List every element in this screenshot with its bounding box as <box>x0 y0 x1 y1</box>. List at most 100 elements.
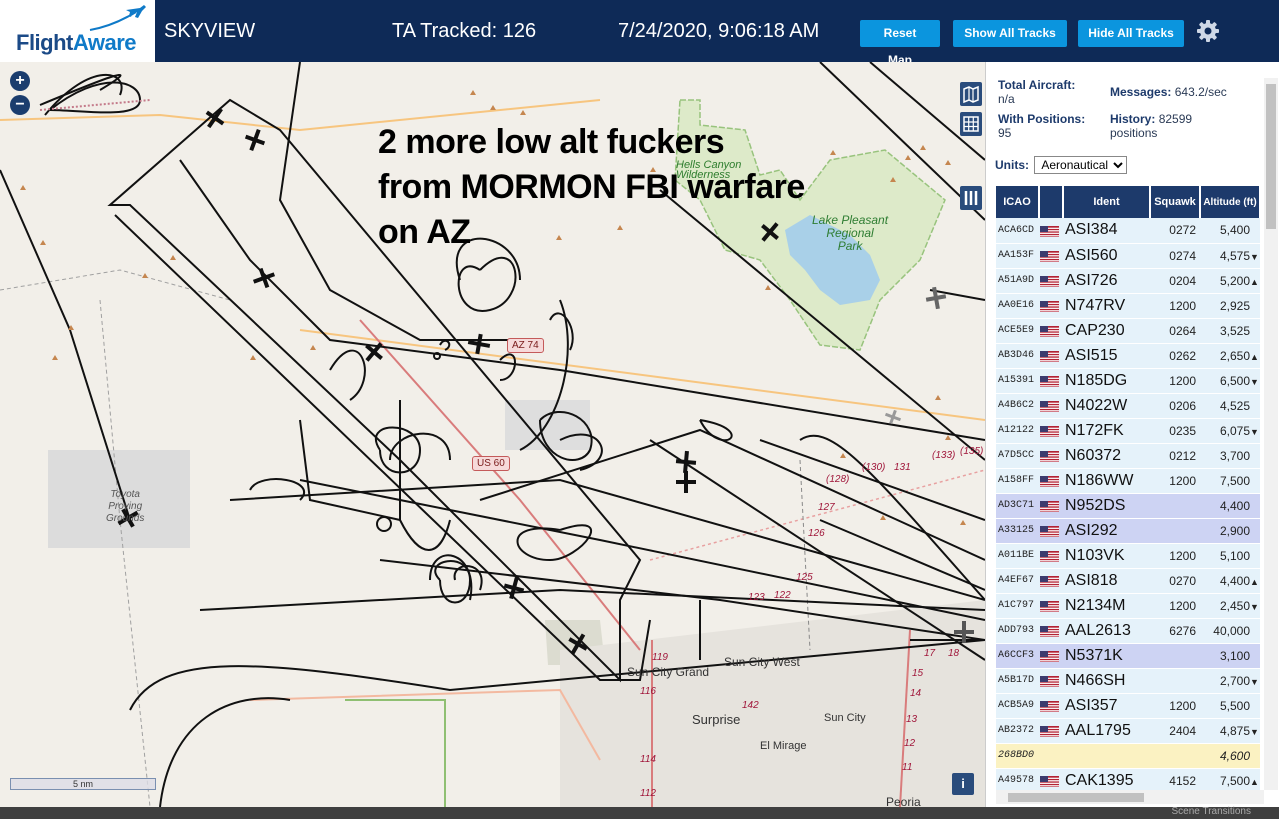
reset-map-button[interactable]: Reset Map <box>860 20 940 67</box>
altitude-value: 4,575 <box>1219 248 1250 263</box>
icao-cell: ACE5E9 <box>996 318 1039 344</box>
altitude-trend: ▲ <box>1250 276 1259 287</box>
table-row[interactable]: A7D5CC N60372 0212 3,700 <box>996 443 1260 469</box>
table-row[interactable]: A12122 N172FK 0235 6,075▼ <box>996 418 1260 444</box>
table-row[interactable]: A51A9D ASI726 0204 5,200▲ <box>996 268 1260 294</box>
table-row[interactable]: A33125 ASI292 2,900 <box>996 518 1260 544</box>
squawk-cell: 4152 <box>1150 768 1200 790</box>
us-flag-icon <box>1039 468 1063 494</box>
table-row[interactable]: A5B17D N466SH 2,700▼ <box>996 668 1260 694</box>
altitude-value: 2,650 <box>1219 348 1250 363</box>
table-row[interactable]: A15391 N185DG 1200 6,500▼ <box>996 368 1260 394</box>
altitude-cell: 5,200▲ <box>1200 268 1260 294</box>
with-positions-value: 95 <box>998 126 1012 140</box>
road-label: 119 <box>652 652 668 663</box>
ident-cell: N466SH <box>1063 668 1150 694</box>
label-peoria: Peoria <box>886 795 921 807</box>
table-row[interactable]: AA0E16 N747RV 1200 2,925 <box>996 293 1260 319</box>
us-flag-icon <box>1039 543 1063 569</box>
vertical-scrollbar[interactable] <box>1264 78 1278 790</box>
bottom-text: Scene Transitions <box>1171 806 1252 817</box>
icao-cell: A49578 <box>996 768 1039 790</box>
horizontal-scrollbar[interactable] <box>996 790 1264 804</box>
altitude-cell: 7,500▲ <box>1200 768 1260 790</box>
altitude-value: 3,100 <box>1219 648 1250 663</box>
units-select[interactable]: Aeronautical <box>1034 156 1128 174</box>
road-label: 122 <box>774 590 791 601</box>
road-label: 127 <box>818 502 835 513</box>
table-row[interactable]: ACA6CD ASI384 0272 5,400 <box>996 218 1260 244</box>
horizontal-scroll-thumb[interactable] <box>1008 793 1144 802</box>
icao-cell: 268BD0 <box>996 743 1039 769</box>
squawk-cell <box>1150 743 1200 769</box>
label-sun-city-grand: Sun City Grand <box>627 665 710 679</box>
map-icon[interactable] <box>960 82 982 106</box>
us-flag-icon <box>1039 318 1063 344</box>
us-flag-icon <box>1039 393 1063 419</box>
col-header-icao[interactable]: ICAO <box>996 186 1040 218</box>
altitude-trend: ▼ <box>1250 251 1259 262</box>
altitude-cell: 2,700▼ <box>1200 668 1260 694</box>
table-row[interactable]: AB2372 AAL1795 2404 4,875▼ <box>996 718 1260 744</box>
road-label: 13 <box>906 714 918 725</box>
road-label: (128) <box>826 474 850 485</box>
ident-cell: N103VK <box>1063 543 1150 569</box>
vertical-scroll-thumb[interactable] <box>1266 84 1276 229</box>
table-row[interactable]: 268BD0 4,600 <box>996 743 1260 769</box>
flightaware-logo[interactable]: FlightAware <box>0 0 157 62</box>
us-flag-icon <box>1039 343 1063 369</box>
bottom-strip: Scene Transitions <box>0 806 1279 819</box>
label-el-mirage: El Mirage <box>760 740 807 752</box>
road-label: 18 <box>948 648 960 659</box>
columns-icon[interactable] <box>960 186 982 210</box>
altitude-cell: 4,400 <box>1200 493 1260 519</box>
table-row[interactable]: ACE5E9 CAP230 0264 3,525 <box>996 318 1260 344</box>
table-row[interactable]: ADD793 AAL2613 6276 40,000 <box>996 618 1260 644</box>
altitude-value: 3,525 <box>1219 323 1250 338</box>
flight-map[interactable]: + − 2 more low alt fuckers from MORMON F… <box>0 62 985 807</box>
squawk-cell: 0204 <box>1150 268 1200 294</box>
table-row[interactable]: A4EF67 ASI818 0270 4,400▲ <box>996 568 1260 594</box>
top-bar: FlightAware SKYVIEW TA Tracked: 126 7/24… <box>0 0 1279 67</box>
col-header-squawk[interactable]: Squawk <box>1150 186 1201 218</box>
squawk-cell: 1200 <box>1150 368 1200 394</box>
road-label: 123 <box>748 592 765 603</box>
gear-icon[interactable] <box>1194 17 1222 45</box>
altitude-trend: ▼ <box>1250 376 1259 387</box>
icao-cell: A15391 <box>996 368 1039 394</box>
table-row[interactable]: A4B6C2 N4022W 0206 4,525 <box>996 393 1260 419</box>
col-header-flag[interactable] <box>1039 186 1064 218</box>
ident-cell: ASI726 <box>1063 268 1150 294</box>
col-header-ident[interactable]: Ident <box>1063 186 1151 218</box>
icao-cell: ACA6CD <box>996 218 1039 244</box>
col-header-altitude[interactable]: Altitude (ft) <box>1200 186 1260 218</box>
table-row[interactable]: A011BE N103VK 1200 5,100 <box>996 543 1260 569</box>
table-row[interactable]: A1C797 N2134M 1200 2,450▼ <box>996 593 1260 619</box>
table-row[interactable]: AD3C71 N952DS 4,400 <box>996 493 1260 519</box>
us-flag-icon <box>1039 493 1063 519</box>
label-lake-pleasant: Lake Pleasant Regional Park <box>812 213 889 253</box>
squawk-cell <box>1150 668 1200 694</box>
table-row[interactable]: AA153F ASI560 0274 4,575▼ <box>996 243 1260 269</box>
icao-cell: ADD793 <box>996 618 1039 644</box>
aircraft-table-wrapper[interactable]: ICAO Ident Squawk Altitude (ft) ACA6CD AS… <box>996 186 1260 790</box>
table-row[interactable]: A6CCF3 N5371K 3,100 <box>996 643 1260 669</box>
table-row[interactable]: AB3D46 ASI515 0262 2,650▲ <box>996 343 1260 369</box>
squawk-cell: 0274 <box>1150 243 1200 269</box>
show-all-tracks-button[interactable]: Show All Tracks <box>953 20 1067 47</box>
hide-all-tracks-button[interactable]: Hide All Tracks <box>1078 20 1184 47</box>
squawk-cell: 6276 <box>1150 618 1200 644</box>
table-row[interactable]: ACB5A9 ASI357 1200 5,500 <box>996 693 1260 719</box>
grid-icon[interactable] <box>960 112 982 136</box>
icao-cell: ACB5A9 <box>996 693 1039 719</box>
altitude-cell: 7,500 <box>1200 468 1260 494</box>
squawk-cell <box>1150 493 1200 519</box>
info-button[interactable]: i <box>952 773 974 795</box>
squawk-cell <box>1150 518 1200 544</box>
zoom-in-button[interactable]: + <box>10 71 30 91</box>
ident-cell: ASI384 <box>1063 218 1150 244</box>
table-row[interactable]: A49578 CAK1395 4152 7,500▲ <box>996 768 1260 790</box>
table-row[interactable]: A158FF N186WW 1200 7,500 <box>996 468 1260 494</box>
altitude-trend: ▼ <box>1250 726 1259 737</box>
zoom-out-button[interactable]: − <box>10 95 30 115</box>
